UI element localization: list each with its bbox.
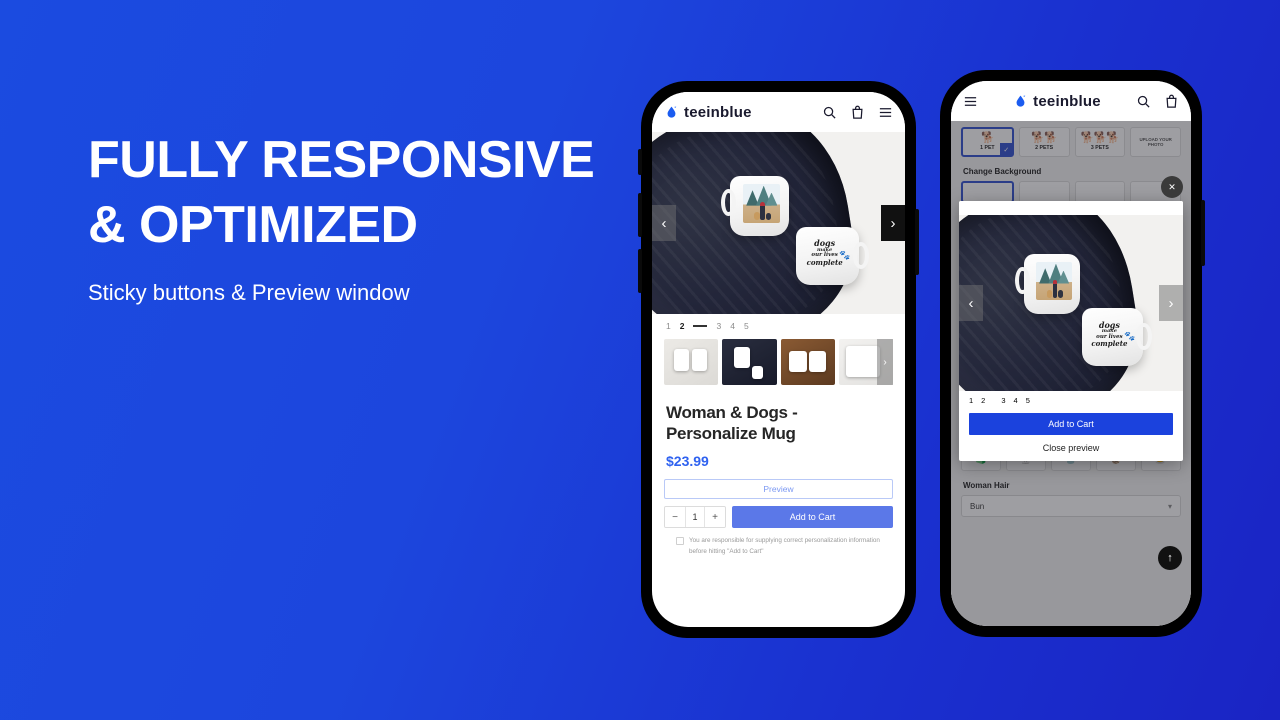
hamburger-menu-icon[interactable] bbox=[878, 105, 893, 120]
phone-silence-switch bbox=[638, 149, 642, 175]
mug-with-artwork bbox=[1015, 253, 1080, 314]
close-preview-button[interactable]: Close preview bbox=[959, 435, 1183, 461]
pagination-page-2[interactable]: 2 bbox=[981, 396, 985, 405]
pagination-page-1[interactable]: 1 bbox=[969, 396, 973, 405]
pagination-page-2[interactable]: 2 bbox=[680, 321, 685, 331]
shop-header: teeinblue bbox=[652, 92, 905, 132]
headline-line-2: & OPTIMIZED bbox=[88, 196, 418, 254]
gallery-prev-button[interactable]: ‹ bbox=[652, 205, 676, 241]
personalization-disclaimer: You are responsible for supplying correc… bbox=[664, 528, 893, 557]
shopping-bag-icon[interactable] bbox=[850, 105, 865, 120]
quantity-decrease-button[interactable]: − bbox=[665, 507, 685, 528]
preview-add-to-cart-button[interactable]: Add to Cart bbox=[969, 413, 1173, 435]
product-title: Woman & Dogs - Personalize Mug bbox=[666, 403, 798, 443]
paw-print-icon: 🐾 bbox=[1124, 331, 1136, 342]
brand-logo[interactable]: teeinblue bbox=[664, 104, 752, 121]
shop-header: teeinblue bbox=[951, 81, 1191, 121]
quantity-increase-button[interactable]: + bbox=[705, 507, 725, 528]
quantity-stepper[interactable]: − 1 + bbox=[664, 506, 726, 529]
add-to-cart-button[interactable]: Add to Cart bbox=[732, 506, 893, 529]
preview-button[interactable]: Preview bbox=[664, 479, 893, 500]
subheadline: Sticky buttons & Preview window bbox=[88, 280, 410, 305]
arrow-up-icon[interactable]: ↑ bbox=[1158, 546, 1182, 570]
phone-mockup-product-page: teeinblue dogs make our lives complete 🐾… bbox=[638, 81, 919, 638]
pagination-page-3[interactable]: 3 bbox=[1001, 396, 1005, 405]
phone-screen: teeinblue 🐕 1 PET ✓ 🐕🐕 2 PETS 🐕🐕🐕 3 PETS… bbox=[951, 81, 1191, 626]
pagination-page-3[interactable]: 3 bbox=[716, 321, 721, 331]
brand-name: teeinblue bbox=[684, 103, 752, 121]
pagination-active-bar bbox=[693, 325, 708, 327]
disclaimer-text: You are responsible for supplying correc… bbox=[689, 537, 880, 555]
product-actions: Preview − 1 + Add to Cart You are respon… bbox=[652, 469, 905, 557]
pagination-page-4[interactable]: 4 bbox=[1014, 396, 1018, 405]
product-photo: dogs make our lives complete 🐾 bbox=[652, 132, 905, 314]
product-info: Woman & Dogs - Personalize Mug $23.99 bbox=[652, 393, 905, 469]
mug-script-line-4: complete bbox=[806, 257, 843, 267]
personalizer-page: teeinblue 🐕 1 PET ✓ 🐕🐕 2 PETS 🐕🐕🐕 3 PETS… bbox=[951, 81, 1191, 626]
mug-script-line-4: complete bbox=[1091, 339, 1128, 349]
gallery-pagination[interactable]: 1 2 3 4 5 bbox=[652, 314, 905, 336]
product-image-gallery[interactable]: dogs make our lives complete 🐾 ‹ › bbox=[652, 132, 905, 314]
disclaimer-checkbox[interactable] bbox=[676, 537, 684, 546]
quantity-value[interactable]: 1 bbox=[685, 507, 705, 528]
brand-logo[interactable]: teeinblue bbox=[1013, 93, 1101, 110]
pagination-page-5[interactable]: 5 bbox=[744, 321, 749, 331]
mug-with-script-text: dogs make our lives complete 🐾 bbox=[796, 226, 869, 285]
mug-with-script-text: dogs make our lives complete 🐾 bbox=[1082, 308, 1152, 367]
thumbnail-item[interactable] bbox=[664, 339, 719, 385]
water-droplet-icon bbox=[664, 105, 679, 120]
phone-power-button bbox=[915, 209, 919, 275]
preview-next-button[interactable]: › bbox=[1159, 285, 1183, 321]
header-icons bbox=[822, 105, 893, 120]
phone-mockup-preview-modal: teeinblue 🐕 1 PET ✓ 🐕🐕 2 PETS 🐕🐕🐕 3 PETS… bbox=[940, 70, 1205, 637]
gallery-next-button[interactable]: › bbox=[881, 205, 905, 241]
thumbnail-item[interactable] bbox=[780, 339, 835, 385]
marketing-copy: FULLY RESPONSIVE & OPTIMIZED Sticky butt… bbox=[88, 128, 648, 306]
preview-product-image[interactable]: dogs make our lives complete 🐾 ‹ › bbox=[959, 215, 1183, 391]
headline-line-1: FULLY RESPONSIVE bbox=[88, 131, 595, 189]
thumbnail-item[interactable] bbox=[722, 339, 777, 385]
brand-name: teeinblue bbox=[1033, 92, 1101, 110]
water-droplet-icon bbox=[1013, 94, 1028, 109]
cart-row: − 1 + Add to Cart bbox=[664, 506, 893, 529]
pagination-page-1[interactable]: 1 bbox=[666, 321, 671, 331]
preview-modal: dogs make our lives complete 🐾 ‹ › 1 2 3… bbox=[959, 201, 1183, 461]
shopping-bag-icon[interactable] bbox=[1164, 94, 1179, 109]
header-icons bbox=[1136, 94, 1179, 109]
search-icon[interactable] bbox=[1136, 94, 1151, 109]
pagination-page-5[interactable]: 5 bbox=[1026, 396, 1030, 405]
phone-screen: teeinblue dogs make our lives complete 🐾… bbox=[652, 92, 905, 627]
product-price: $23.99 bbox=[666, 453, 709, 470]
phone-power-button bbox=[1201, 200, 1205, 266]
page-title: FULLY RESPONSIVE & OPTIMIZED bbox=[88, 128, 648, 258]
preview-prev-button[interactable]: ‹ bbox=[959, 285, 983, 321]
product-photo: dogs make our lives complete 🐾 bbox=[959, 215, 1183, 391]
phone-volume-down-button bbox=[638, 249, 642, 293]
pagination-page-4[interactable]: 4 bbox=[730, 321, 735, 331]
close-icon[interactable]: ✕ bbox=[1161, 176, 1183, 198]
preview-pagination[interactable]: 1 2 3 4 5 bbox=[959, 391, 1183, 409]
thumbnail-next-button[interactable]: › bbox=[877, 339, 893, 385]
thumbnail-strip[interactable]: › bbox=[652, 336, 905, 393]
hamburger-menu-icon[interactable] bbox=[963, 94, 978, 109]
phone-volume-up-button bbox=[638, 193, 642, 237]
search-icon[interactable] bbox=[822, 105, 837, 120]
mug-with-artwork bbox=[721, 175, 789, 236]
paw-print-icon: 🐾 bbox=[839, 249, 851, 260]
